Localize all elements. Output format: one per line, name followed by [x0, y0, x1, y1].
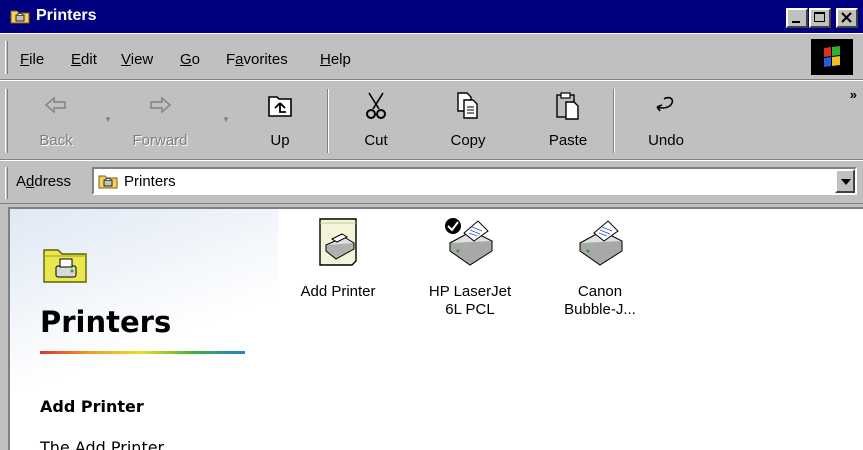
windows-flag-icon: [824, 46, 840, 67]
address-label: Address: [16, 173, 72, 190]
title-underline-rainbow: [40, 351, 245, 354]
minimize-icon: [792, 21, 800, 23]
title-bar[interactable]: Printers: [0, 0, 863, 33]
menu-bar-grip[interactable]: [5, 41, 8, 74]
cut-button[interactable]: Cut: [336, 87, 416, 155]
canon-bubble-jet-printer-item[interactable]: Canon Bubble-J...: [540, 217, 660, 319]
menu-file[interactable]: File: [20, 51, 44, 68]
back-button[interactable]: Back: [16, 87, 96, 155]
toolbar-separator: [613, 89, 615, 153]
add-printer-item[interactable]: Add Printer: [278, 217, 398, 301]
back-dropdown-icon[interactable]: ▼: [104, 115, 112, 124]
address-dropdown-button[interactable]: [835, 169, 855, 193]
hp-laserjet-printer-item[interactable]: HP LaserJet 6L PCL: [410, 217, 530, 319]
printers-folder-icon: [98, 173, 118, 193]
copy-icon: [457, 92, 478, 119]
menu-help[interactable]: Help: [320, 51, 351, 68]
address-input[interactable]: Printers: [92, 167, 857, 195]
close-button[interactable]: [836, 8, 858, 28]
chevron-down-icon: [841, 179, 851, 185]
default-printer-icon: [445, 218, 494, 266]
toolbar-separator: [327, 89, 329, 153]
printers-folder-icon: [10, 8, 30, 24]
back-arrow-icon: [44, 96, 66, 114]
webview-info-pane: Printers Add Printer The Add Printer: [10, 209, 278, 450]
undo-button[interactable]: Undo: [626, 87, 706, 155]
menu-favorites[interactable]: Favorites: [226, 51, 288, 68]
add-printer-icon: [319, 218, 357, 266]
paste-clipboard-icon: [556, 92, 579, 120]
forward-arrow-icon: [150, 96, 172, 114]
windows-logo: [811, 39, 853, 75]
printers-folder-large-icon: [42, 244, 90, 288]
menu-view[interactable]: View: [121, 51, 153, 68]
forward-button[interactable]: Forward: [120, 87, 200, 155]
standard-toolbar: Back ▼ Forward ▼ Up Cut Copy Paste Undo …: [0, 80, 863, 160]
pane-subtitle: Add Printer: [40, 397, 144, 416]
minimize-button[interactable]: [786, 8, 808, 28]
up-folder-icon: [268, 96, 292, 117]
address-value: Printers: [124, 173, 176, 190]
printer-icon: [578, 220, 624, 266]
address-bar-grip[interactable]: [5, 167, 8, 199]
scissors-icon: [366, 92, 386, 119]
pane-description: The Add Printer: [40, 438, 165, 450]
menu-bar: File Edit View Go Favorites Help: [0, 33, 863, 80]
menu-edit[interactable]: Edit: [71, 51, 97, 68]
toolbar-grip[interactable]: [5, 89, 8, 153]
copy-button[interactable]: Copy: [428, 87, 508, 155]
undo-arrow-icon: [656, 96, 674, 112]
menu-go[interactable]: Go: [180, 51, 200, 68]
up-button[interactable]: Up: [240, 87, 320, 155]
folder-content[interactable]: Printers Add Printer The Add Printer Add…: [8, 207, 863, 450]
address-bar: Address Printers: [0, 160, 863, 204]
toolbar-more-chevron-icon[interactable]: »: [850, 87, 857, 102]
close-icon: [841, 12, 852, 23]
forward-dropdown-icon[interactable]: ▼: [222, 115, 230, 124]
maximize-button[interactable]: [809, 8, 831, 28]
window-title: Printers: [36, 7, 97, 24]
pane-title: Printers: [40, 305, 172, 339]
maximize-icon: [814, 12, 825, 22]
paste-button[interactable]: Paste: [528, 87, 608, 155]
